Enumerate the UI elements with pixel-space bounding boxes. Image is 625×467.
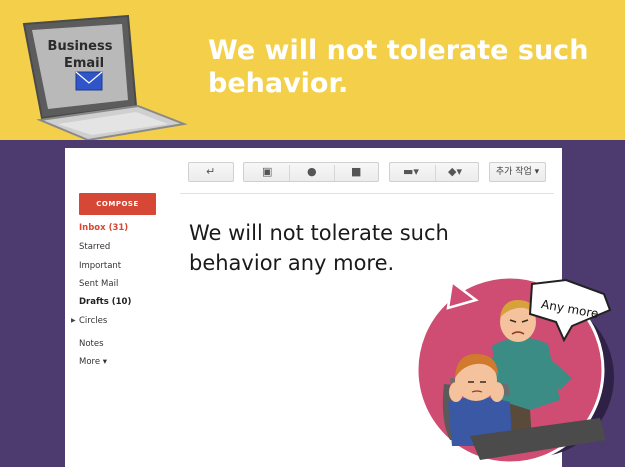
expand-triangle-icon[interactable]: ▶ bbox=[71, 317, 76, 324]
more-actions-label: 추가 작업 bbox=[495, 167, 532, 177]
laptop-illustration: Business Email bbox=[22, 14, 188, 142]
nav-important[interactable]: Important bbox=[79, 261, 121, 271]
nav-starred[interactable]: Starred bbox=[79, 242, 110, 252]
report-spam-icon[interactable]: ● bbox=[307, 165, 317, 178]
nav-drafts[interactable]: Drafts (10) bbox=[79, 297, 131, 307]
email-client: ↵ ▣ ● ■ ▬▾ ◆▾ 추가 작업 ▾ COMPOSE Inbox (31)… bbox=[65, 148, 562, 467]
message-line2: behavior any more. bbox=[189, 251, 395, 275]
envelope-icon bbox=[75, 71, 103, 91]
toolbar-divider bbox=[180, 193, 554, 194]
laptop-label-line2: Email bbox=[64, 56, 104, 71]
headline-line1: We will not tolerate such bbox=[208, 35, 589, 66]
folder-label-group: ▬▾ ◆▾ bbox=[389, 162, 479, 182]
nav-sent-mail[interactable]: Sent Mail bbox=[79, 279, 118, 289]
chevron-down-icon: ▾ bbox=[531, 167, 540, 177]
reply-icon: ↵ bbox=[206, 165, 216, 178]
delete-icon[interactable]: ■ bbox=[351, 165, 361, 178]
nav-notes[interactable]: Notes bbox=[79, 339, 104, 349]
reply-button[interactable]: ↵ bbox=[188, 162, 234, 182]
nav-more-label: More bbox=[79, 357, 101, 367]
message-body: We will not tolerate such behavior any m… bbox=[189, 218, 519, 278]
banner-headline: We will not tolerate such behavior. bbox=[208, 34, 608, 100]
message-line1: We will not tolerate such bbox=[189, 221, 449, 245]
archive-icon[interactable]: ▣ bbox=[262, 165, 272, 178]
nav-inbox[interactable]: Inbox (31) bbox=[79, 223, 128, 233]
laptop-label-line1: Business bbox=[48, 39, 113, 54]
move-to-folder-icon[interactable]: ▬▾ bbox=[403, 165, 419, 178]
compose-button[interactable]: COMPOSE bbox=[79, 193, 156, 215]
more-chevron-icon: ▾ bbox=[100, 357, 108, 367]
action-button-group: ▣ ● ■ bbox=[243, 162, 379, 182]
nav-more[interactable]: More ▾ bbox=[79, 357, 107, 367]
nav-circles[interactable]: Circles bbox=[79, 316, 107, 326]
label-tag-icon[interactable]: ◆▾ bbox=[448, 165, 462, 178]
more-actions-button[interactable]: 추가 작업 ▾ bbox=[489, 162, 546, 182]
headline-line2: behavior. bbox=[208, 68, 349, 99]
